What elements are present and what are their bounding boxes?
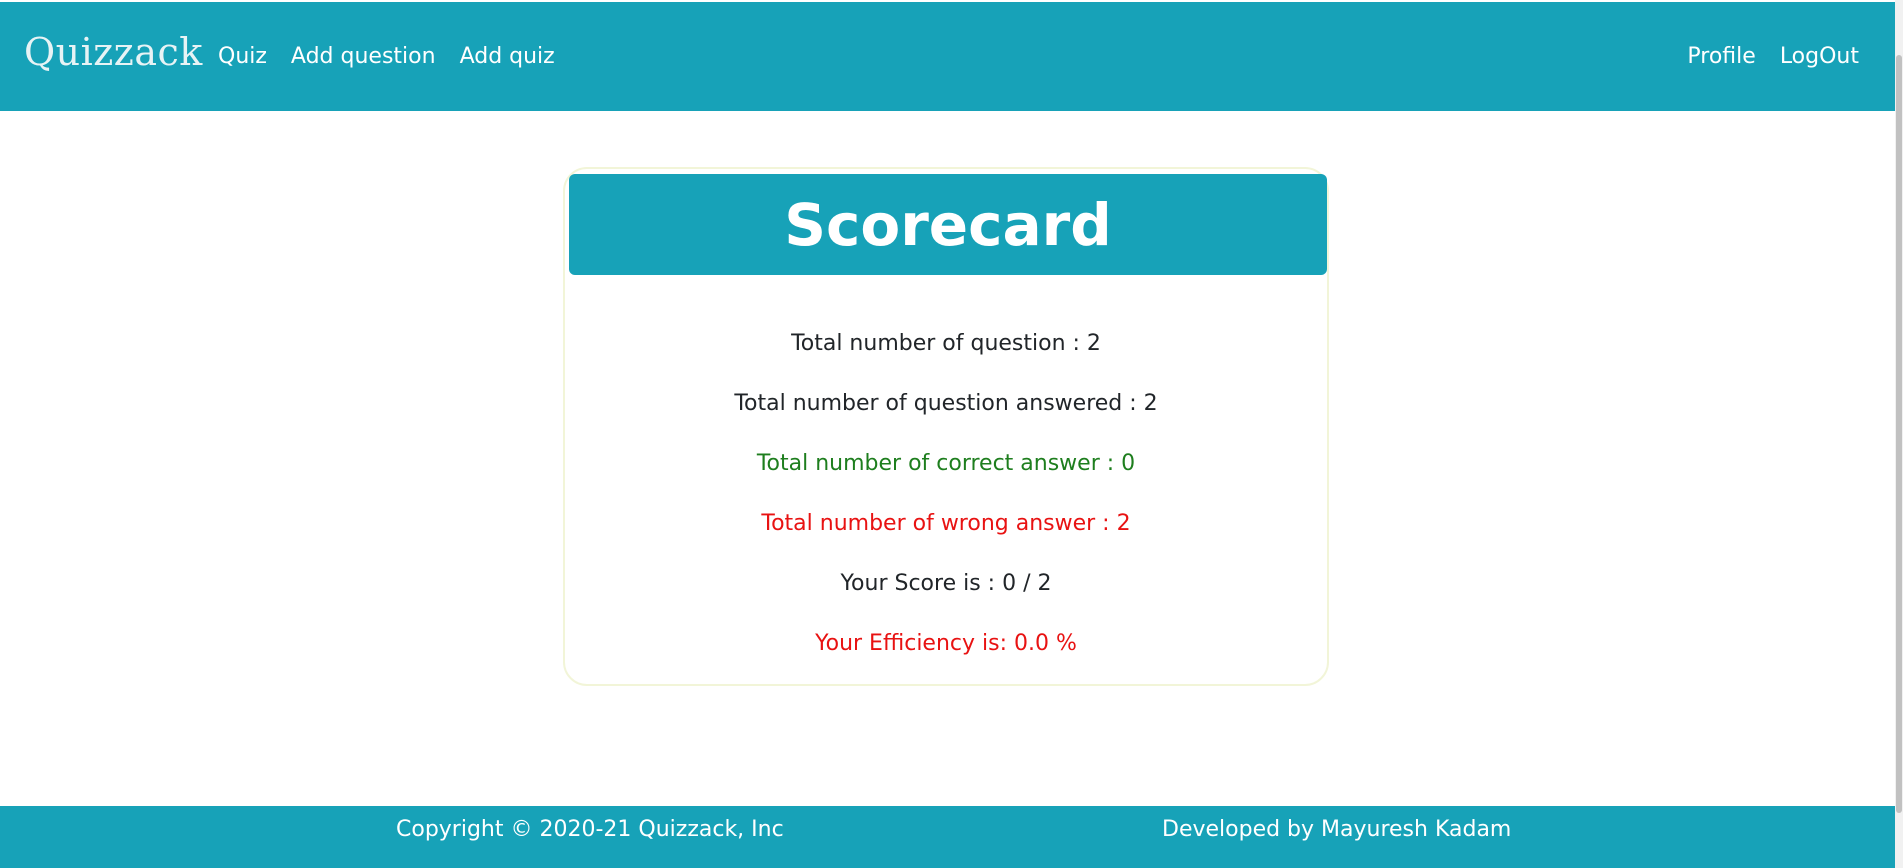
nav-link-logout[interactable]: LogOut <box>1780 42 1859 72</box>
nav-left: Quiz Add question Add quiz <box>218 42 555 72</box>
nav-link-profile[interactable]: Profile <box>1687 42 1755 72</box>
navbar: Quizzack Quiz Add question Add quiz Prof… <box>0 2 1895 111</box>
stat-efficiency: Your Efficiency is: 0.0 % <box>815 631 1077 656</box>
nav-link-quiz[interactable]: Quiz <box>218 42 267 72</box>
brand-logo[interactable]: Quizzack <box>24 26 203 78</box>
nav-right: Profile LogOut <box>1687 42 1859 72</box>
footer: Copyright © 2020-21 Quizzack, Inc Develo… <box>0 806 1895 868</box>
stat-total-answered: Total number of question answered : 2 <box>734 391 1158 416</box>
main-area: Quizzack Quiz Add question Add quiz Prof… <box>0 0 1895 868</box>
scorecard-header: Scorecard <box>569 174 1327 275</box>
scorecard-card: Scorecard Total number of question : 2 T… <box>563 167 1329 686</box>
nav-link-add-quiz[interactable]: Add quiz <box>460 42 555 72</box>
scrollbar-thumb[interactable] <box>1896 55 1902 813</box>
footer-developer: Developed by Mayuresh Kadam <box>1162 817 1512 842</box>
footer-copyright: Copyright © 2020-21 Quizzack, Inc <box>396 817 784 842</box>
scorecard-title: Scorecard <box>784 190 1112 259</box>
stat-total-questions: Total number of question : 2 <box>791 331 1101 356</box>
nav-link-add-question[interactable]: Add question <box>291 42 436 72</box>
page: Quizzack Quiz Add question Add quiz Prof… <box>0 0 1903 868</box>
stat-wrong-answers: Total number of wrong answer : 2 <box>761 511 1131 536</box>
vertical-scrollbar[interactable] <box>1895 0 1903 868</box>
stat-score: Your Score is : 0 / 2 <box>840 571 1052 596</box>
stat-correct-answers: Total number of correct answer : 0 <box>756 451 1136 476</box>
